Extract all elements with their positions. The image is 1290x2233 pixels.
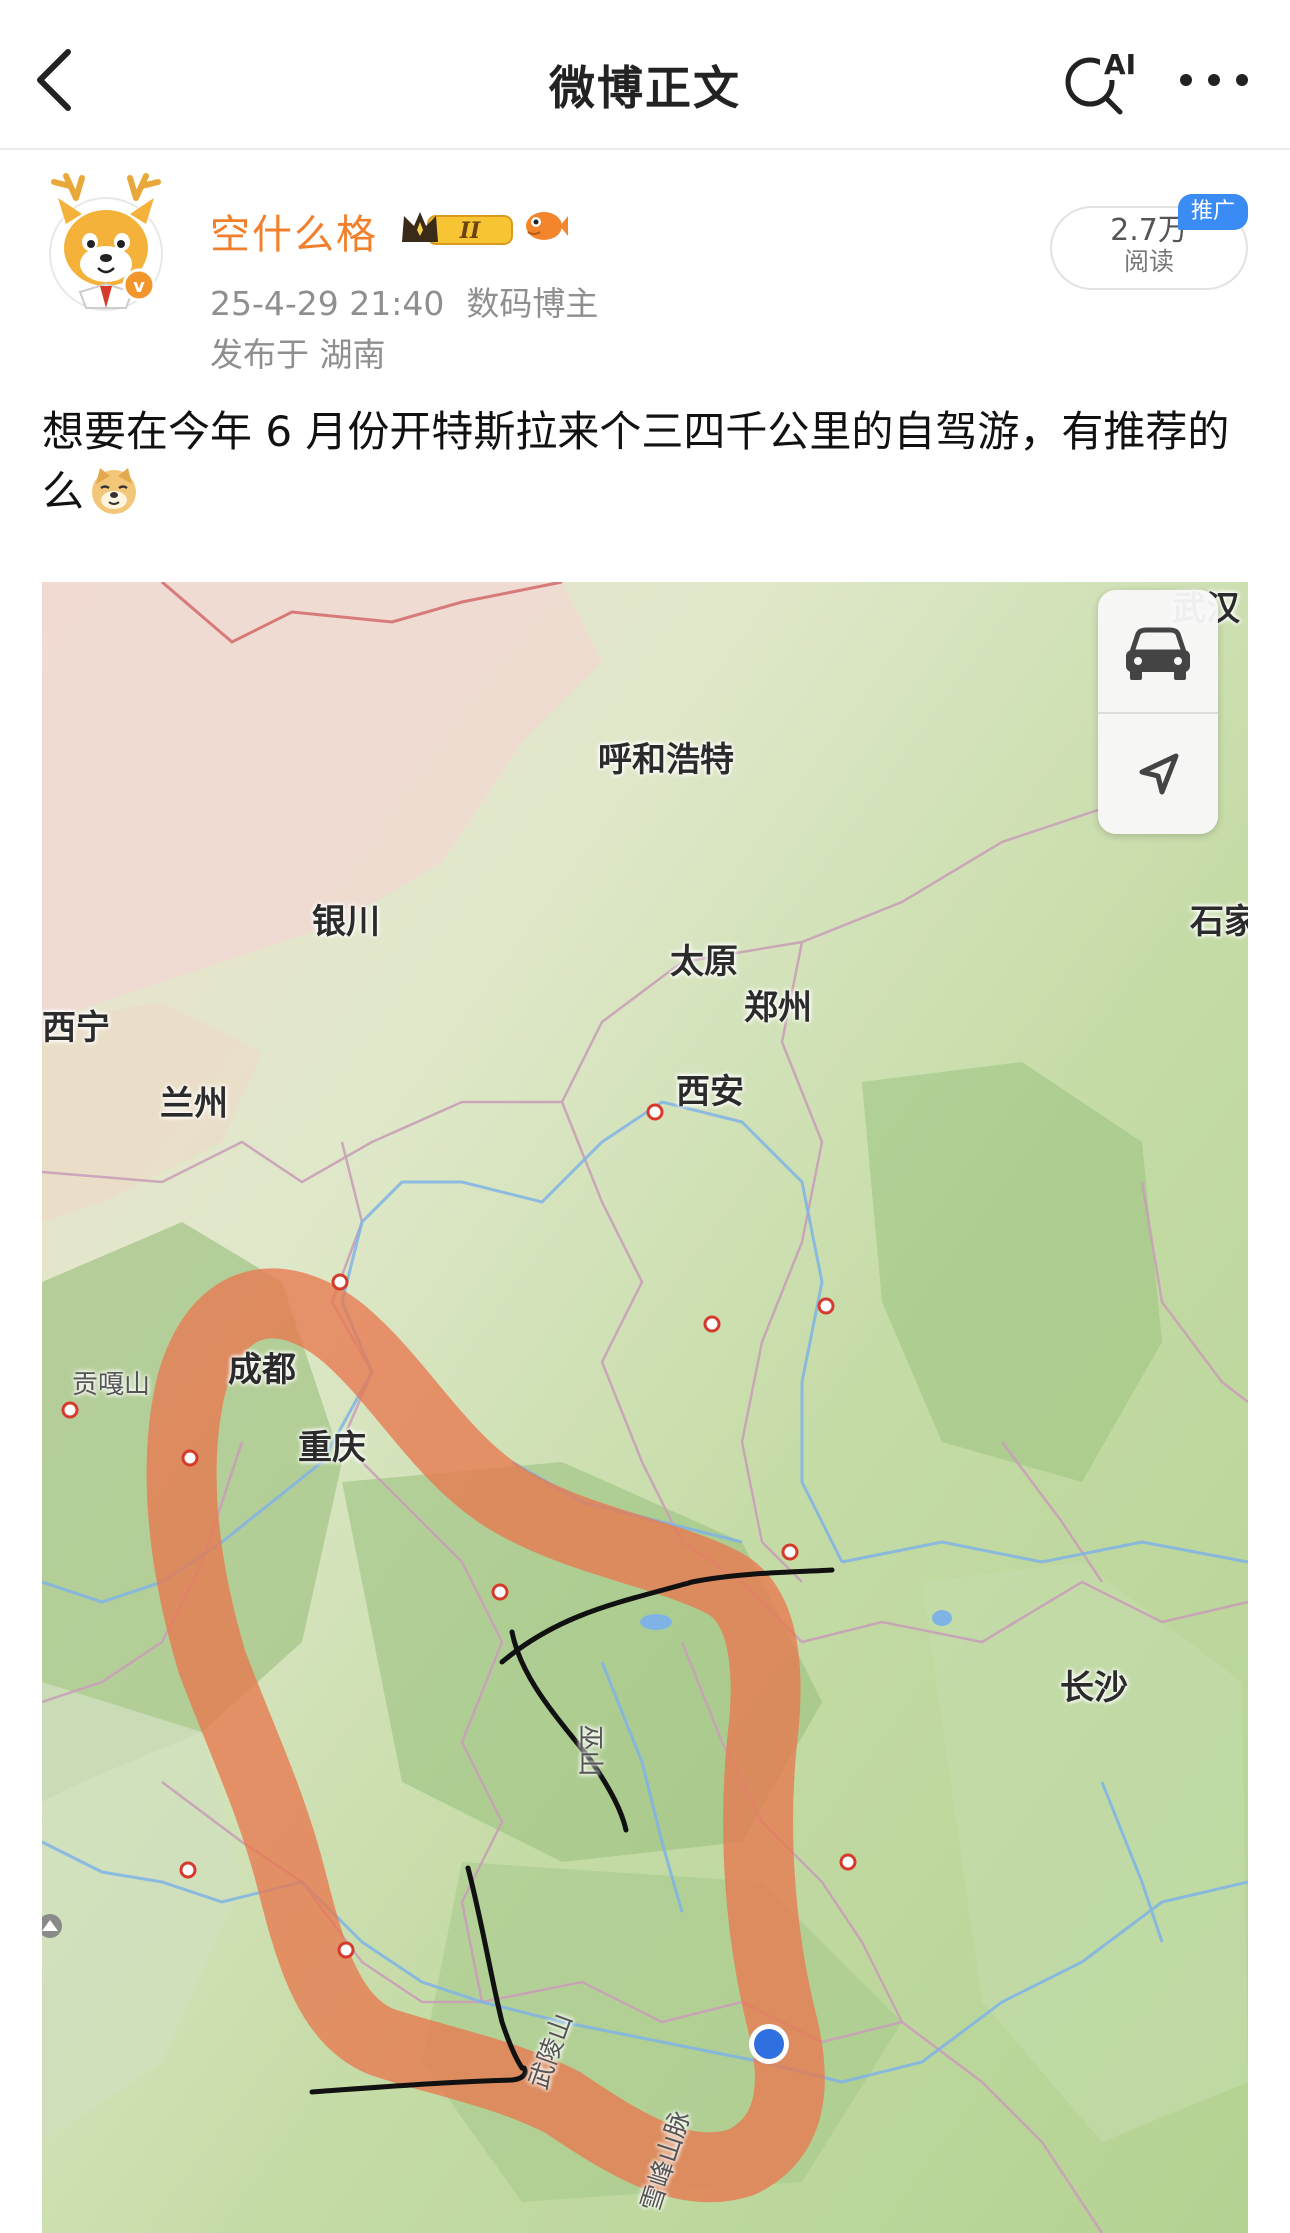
post-text: 想要在今年 6 月份开特斯拉来个三四千公里的自驾游，有推荐的么 bbox=[42, 407, 1230, 516]
doge-emoji-icon bbox=[92, 468, 137, 514]
navigation-arrow-icon bbox=[1139, 753, 1179, 795]
locate-button[interactable] bbox=[1098, 714, 1218, 836]
map-label-wushan: 巫山 bbox=[574, 1724, 605, 1777]
city-label-huhehaote: 呼和浩特 bbox=[598, 740, 734, 780]
city-label-chengdu: 成都 bbox=[228, 1350, 296, 1390]
more-options-button[interactable] bbox=[1176, 62, 1252, 98]
city-label-xian: 西安 bbox=[676, 1072, 744, 1112]
post-datetime: 25-4-29 21:40 bbox=[210, 284, 445, 323]
post-meta: 25-4-29 21:40 数码博主 bbox=[210, 277, 598, 325]
city-label-zhengzhou: 郑州 bbox=[744, 988, 812, 1028]
fish-badge-icon bbox=[520, 206, 568, 246]
ai-search-icon: AI bbox=[1065, 48, 1138, 115]
post-image-map[interactable]: 呼和浩特 银川 太原 石家 西宁 兰州 郑州 西安 武汉 成都 贡嘎山 重庆 长… bbox=[42, 582, 1248, 2233]
map-label-gonggashan: 贡嘎山 bbox=[72, 1370, 151, 1400]
top-nav-bar: 微博正文 AI bbox=[0, 0, 1290, 150]
verified-badge-icon: v bbox=[122, 268, 156, 302]
city-label-taiyuan: 太原 bbox=[670, 942, 738, 982]
level-text: II bbox=[459, 218, 481, 244]
avatar[interactable]: v bbox=[36, 168, 176, 318]
author-category: 数码博主 bbox=[466, 284, 599, 323]
car-mode-button[interactable] bbox=[1098, 590, 1218, 712]
city-label-xining: 西宁 bbox=[42, 1008, 110, 1048]
city-label-changsha: 长沙 bbox=[1060, 1668, 1128, 1708]
car-icon bbox=[1126, 627, 1190, 680]
city-label-shijiazhuang: 石家 bbox=[1190, 902, 1248, 942]
city-label-lanzhou: 兰州 bbox=[160, 1084, 228, 1124]
ai-search-button[interactable]: AI bbox=[1060, 44, 1140, 120]
ai-label: AI bbox=[1104, 48, 1136, 81]
member-level-badge[interactable]: II bbox=[398, 206, 516, 250]
read-count-label: 阅读 bbox=[1123, 247, 1174, 276]
more-horizontal-icon bbox=[1180, 74, 1248, 86]
city-label-chongqing: 重庆 bbox=[298, 1428, 366, 1468]
promo-tag: 推广 bbox=[1178, 194, 1248, 230]
map-background bbox=[42, 582, 1248, 2233]
post-location: 发布于 湖南 bbox=[210, 335, 386, 374]
post-content: 想要在今年 6 月份开特斯拉来个三四千公里的自驾游，有推荐的么 bbox=[42, 402, 1252, 522]
city-label-yinchuan: 银川 bbox=[312, 902, 380, 942]
svg-text:v: v bbox=[133, 276, 145, 297]
author-name[interactable]: 空什么格 bbox=[210, 202, 378, 260]
map-controls bbox=[1098, 590, 1218, 834]
